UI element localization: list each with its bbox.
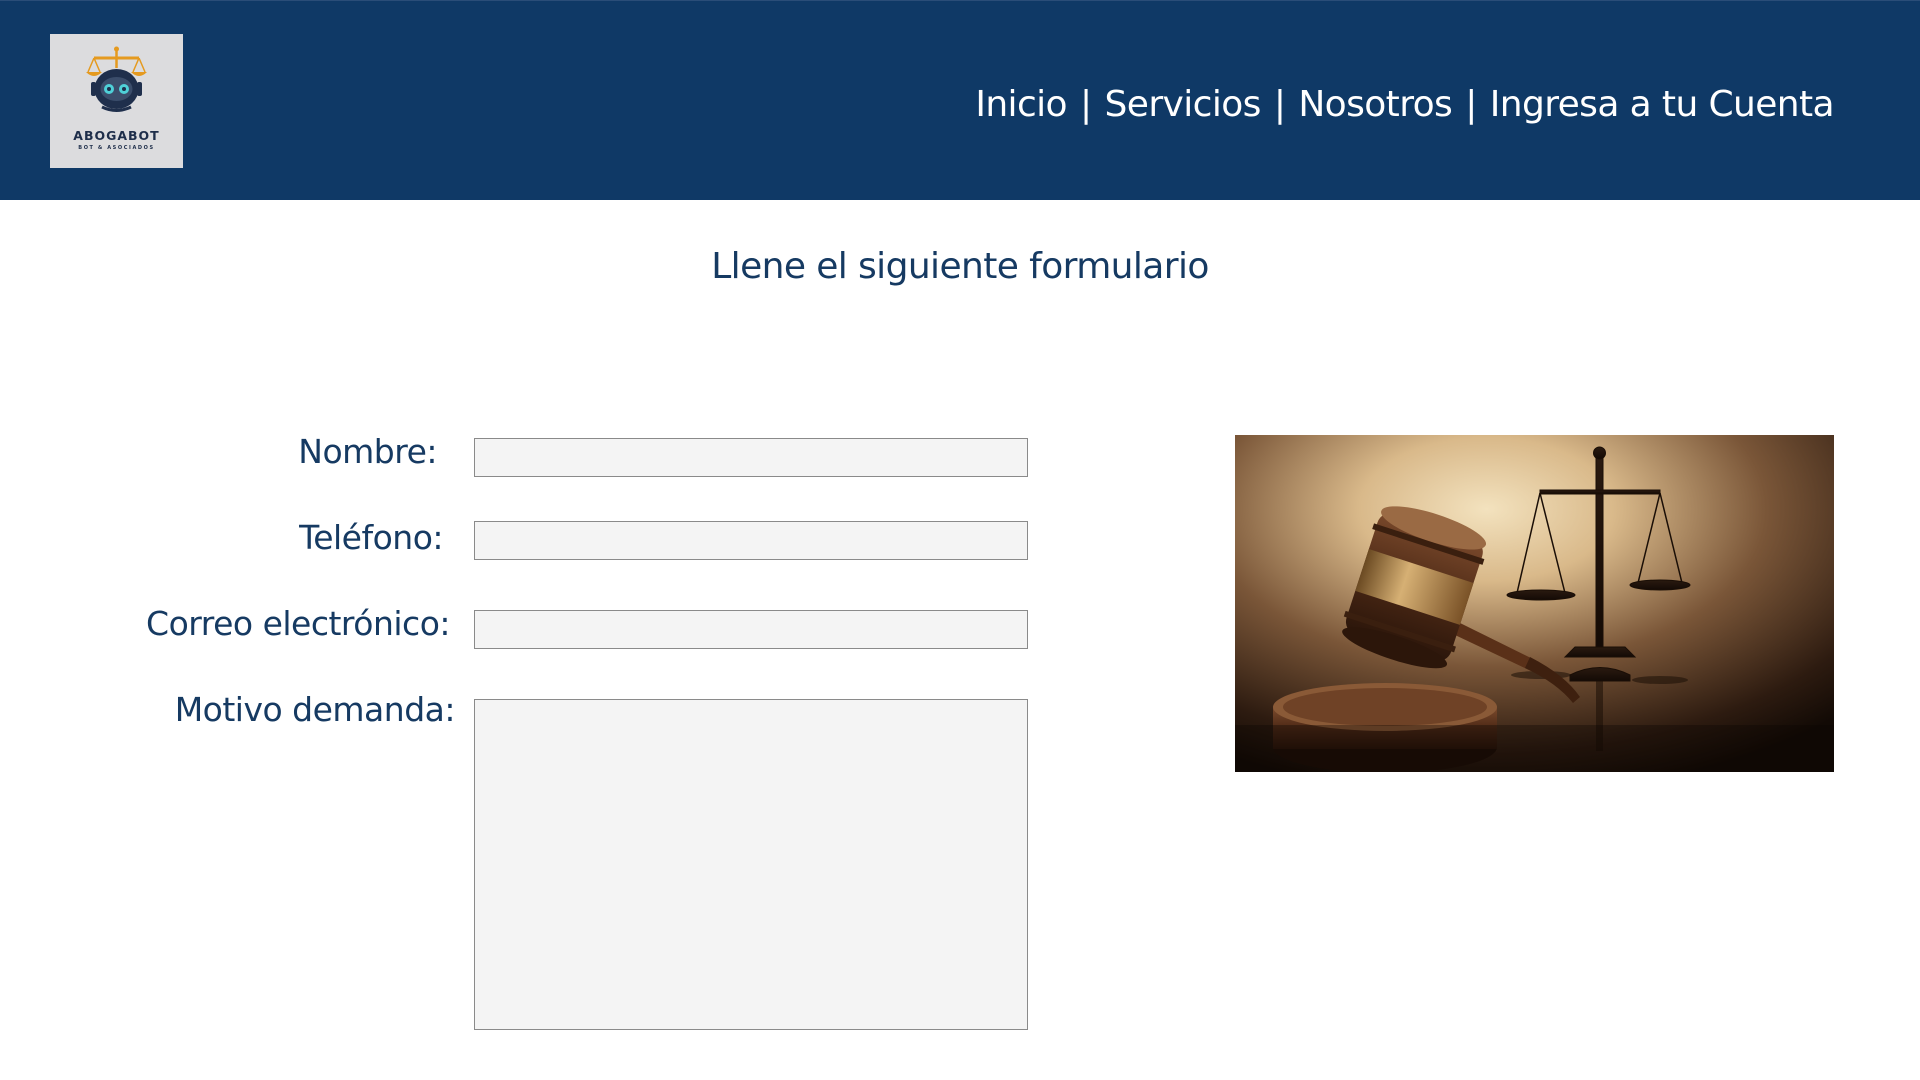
telefono-input[interactable] xyxy=(474,521,1028,560)
form-title: Llene el siguiente formulario xyxy=(711,246,1209,287)
nav-link-ingresa-cuenta[interactable]: Ingresa a tu Cuenta xyxy=(1490,84,1835,125)
logo-brand-text: ABOGABOT xyxy=(73,128,160,143)
nav-link-servicios[interactable]: Servicios xyxy=(1105,84,1262,125)
main-nav: Inicio | Servicios | Nosotros | Ingresa … xyxy=(975,79,1834,129)
nav-separator: | xyxy=(1079,83,1092,125)
telefono-label: Teléfono: xyxy=(299,518,443,557)
gavel-and-scales-photo-icon xyxy=(1235,435,1834,772)
nav-separator: | xyxy=(1465,83,1477,125)
motivo-demanda-label: Motivo demanda: xyxy=(174,690,456,729)
gavel-and-scales-image xyxy=(1235,435,1834,772)
correo-label: Correo electrónico: xyxy=(146,604,450,643)
site-header: ABOGABOT BOT & ASOCIADOS Inicio | Servic… xyxy=(0,0,1920,200)
nav-link-nosotros[interactable]: Nosotros xyxy=(1298,84,1452,125)
nombre-input[interactable] xyxy=(474,438,1028,477)
nombre-label: Nombre: xyxy=(298,432,437,471)
page: ABOGABOT BOT & ASOCIADOS Inicio | Servic… xyxy=(0,0,1920,1080)
abogabot-logo[interactable]: ABOGABOT BOT & ASOCIADOS xyxy=(50,34,183,168)
nav-separator: | xyxy=(1273,83,1286,125)
nav-link-inicio[interactable]: Inicio xyxy=(975,84,1067,125)
correo-input[interactable] xyxy=(474,610,1028,649)
logo-subtitle-text: BOT & ASOCIADOS xyxy=(78,145,155,151)
motivo-demanda-textarea[interactable] xyxy=(474,699,1028,1030)
